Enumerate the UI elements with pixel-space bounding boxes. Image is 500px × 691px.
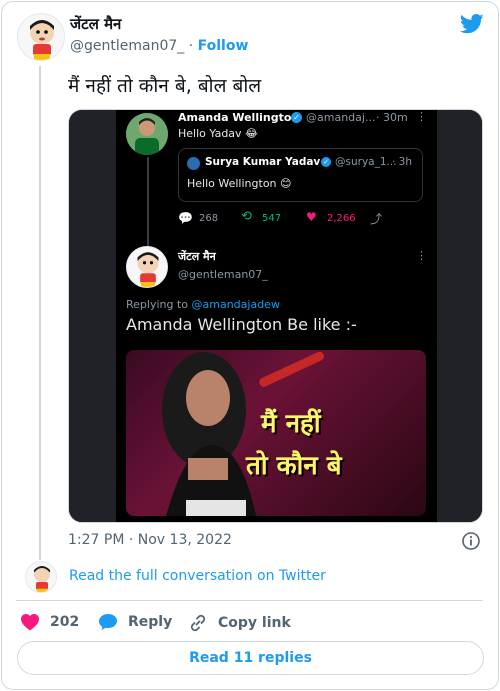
media-left-blur — [69, 110, 116, 522]
retweet-icon: ⟲ — [241, 209, 252, 224]
screenshot-panel: Amanda Wellington ✓ @amandaj... · 30m ⋮ … — [116, 110, 437, 522]
follow-button[interactable]: Follow — [198, 38, 249, 54]
reply-tweet-text: Amanda Wellington Be like :- — [126, 315, 357, 334]
author-name[interactable]: जेंटल मैन — [70, 14, 121, 34]
like-count: 202 — [50, 614, 80, 630]
verified-badge-icon: ✓ — [291, 112, 302, 123]
meme-image: मैं नहीं तो कौन बे — [126, 350, 426, 516]
twitter-bird-icon[interactable] — [459, 14, 484, 38]
surya-avatar — [187, 157, 200, 170]
replying-prefix: Replying to — [126, 298, 189, 311]
amanda-avatar — [126, 113, 168, 155]
like-action[interactable]: 202 — [20, 613, 79, 631]
replying-to-line: Replying to @amandajadew — [126, 298, 280, 311]
retweet-count: 547 — [262, 213, 282, 224]
more-icon: ⋮ — [416, 110, 427, 123]
reply-count: 268 — [199, 213, 219, 224]
conversation-avatar[interactable] — [25, 561, 57, 593]
thread-line — [39, 66, 41, 560]
author-handle[interactable]: @gentleman07_ — [70, 38, 184, 54]
reply-action[interactable]: Reply — [98, 613, 172, 631]
copy-link-label: Copy link — [218, 615, 291, 631]
like-icon: ♥ — [306, 210, 317, 224]
divider — [16, 600, 483, 601]
read-conversation-link[interactable]: Read the full conversation on Twitter — [69, 568, 326, 584]
author-avatar[interactable] — [17, 13, 65, 61]
surya-time: · 3h — [392, 156, 413, 168]
tweet-timestamp[interactable]: 1:27 PM · Nov 13, 2022 — [68, 532, 232, 548]
read-replies-button[interactable]: Read 11 replies — [17, 641, 484, 675]
like-count: 2,266 — [327, 213, 356, 224]
share-icon: ⤴ — [370, 212, 383, 226]
surya-handle: @surya_1... — [335, 156, 397, 168]
copy-link-action[interactable]: Copy link — [188, 613, 291, 633]
surya-verified-icon: ✓ — [321, 157, 331, 167]
media-right-blur — [435, 110, 482, 522]
tweet-text: मैं नहीं तो कौन बे, बोल बोल — [68, 75, 262, 97]
separator: · — [188, 38, 194, 54]
surya-name: Surya Kumar Yadav — [205, 156, 321, 168]
amanda-tweet-text: Hello Yadav 😂 — [178, 127, 258, 140]
author-handle-row: @gentleman07_ · Follow — [70, 38, 248, 54]
embedded-thread-line — [147, 157, 149, 247]
surya-tweet-text: Hello Wellington 😊 — [187, 177, 292, 190]
quoted-tweet-box: Surya Kumar Yadav ✓ @surya_1... · 3h Hel… — [178, 148, 423, 202]
reply-count-icon: 💬 — [178, 211, 193, 225]
heart-icon — [21, 614, 39, 631]
replying-to-handle: @amandajadew — [191, 298, 280, 311]
reply-author-handle: @gentleman07_ — [178, 268, 268, 281]
amanda-name: Amanda Wellington — [178, 111, 300, 124]
reply-more-icon: ⋮ — [416, 249, 427, 262]
link-icon — [190, 614, 206, 632]
reply-avatar — [126, 246, 168, 288]
meme-caption-line1: मैं नहीं — [261, 409, 321, 439]
amanda-handle: @amandaj... — [306, 111, 376, 124]
reply-bubble-icon — [99, 614, 117, 630]
reply-label: Reply — [128, 614, 173, 630]
tweet-media-image[interactable]: Amanda Wellington ✓ @amandaj... · 30m ⋮ … — [68, 109, 483, 523]
info-icon[interactable] — [461, 531, 481, 555]
amanda-time: · 30m — [376, 111, 408, 124]
meme-caption-line2: तो कौन बे — [246, 451, 342, 481]
reply-author-name: जेंटल मैन — [178, 250, 216, 263]
